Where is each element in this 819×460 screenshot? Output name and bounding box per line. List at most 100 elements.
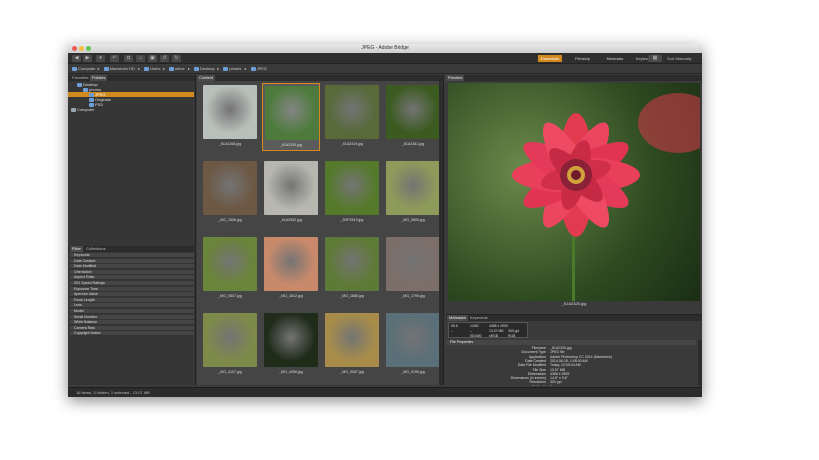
toolbar: ◀ ▶ ▾ ↶ ◘ ⌂ ▣ ↺ ↻ Essentials Filmstrip Met… — [68, 53, 702, 64]
breadcrumb-photos[interactable]: photos — [223, 65, 241, 73]
workspace-filmstrip[interactable]: Filmstrip — [572, 55, 593, 62]
thumbnail-image — [325, 85, 379, 139]
thumbnail[interactable]: _61A2410.jpg — [323, 83, 381, 151]
tab-collections[interactable]: Collections — [84, 246, 108, 252]
filter-aperture-value[interactable]: Aperture Value — [70, 292, 194, 298]
thumbnail-image — [325, 161, 379, 215]
thumbnail-filename: _MG_4107.jpg — [218, 370, 242, 374]
sort-menu[interactable]: Sort Manually — [664, 55, 694, 62]
tab-favorites[interactable]: Favorites — [70, 75, 90, 81]
filter-model[interactable]: Model — [70, 309, 194, 314]
thumbnail[interactable]: _MG_9087.jpg — [323, 311, 381, 379]
camera-data-value: -- — [470, 329, 473, 333]
thumbnail-filename: _61A2552.jpg — [279, 218, 303, 222]
filter-aspect-ratio[interactable]: Aspect Ratio — [70, 275, 194, 281]
breadcrumb-label: Computer — [78, 66, 96, 71]
recent-icon[interactable]: ▾ — [96, 55, 105, 62]
filter-copyright-notice[interactable]: Copyright Notice — [70, 331, 194, 337]
minimize-window-button[interactable] — [79, 46, 84, 51]
close-window-button[interactable] — [72, 46, 77, 51]
left-panel: Favorites Folders Desktop photos JPEG Origi… — [68, 75, 196, 385]
workspace-metadata[interactable]: Metadata — [604, 55, 627, 62]
thumbnail[interactable]: _MG_4107.jpg — [201, 311, 259, 379]
tab-metadata[interactable]: Metadata — [447, 315, 468, 321]
file-properties-header[interactable]: File Properties — [446, 340, 696, 345]
filter-camera-raw[interactable]: Camera Raw — [70, 325, 194, 331]
filter-white-balance[interactable]: White Balance — [70, 320, 194, 326]
filter-date-modified[interactable]: Date Modified — [70, 264, 194, 270]
filter-iso-speed-ratings[interactable]: ISO Speed Ratings — [70, 281, 194, 286]
thumbnail[interactable]: _MG_1812.jpg — [262, 235, 320, 303]
workspace-essentials[interactable]: Essentials — [538, 55, 563, 62]
thumbnail-image — [264, 237, 318, 291]
thumbnail[interactable]: _MG_1556.jpg — [201, 159, 259, 227]
thumbnail-filename: _MG_1556.jpg — [218, 218, 242, 222]
boomerang-icon[interactable]: ↶ — [110, 55, 119, 62]
preview-image[interactable] — [448, 83, 700, 301]
thumbnail[interactable]: _MG_4456.jpg — [262, 311, 320, 379]
breadcrumb-label: steve — [175, 66, 185, 71]
tab-preview[interactable]: Preview — [446, 75, 465, 81]
breadcrumb-users[interactable]: Users — [144, 65, 160, 73]
thumbnail[interactable]: _61A2268.jpg — [201, 83, 259, 151]
filter-exposure-time[interactable]: Exposure Time — [70, 286, 194, 292]
filter-lens[interactable]: Lens — [70, 303, 194, 309]
rotate-right-icon[interactable]: ↻ — [172, 55, 181, 62]
content-scrollbar[interactable] — [439, 81, 443, 385]
thumbnail-filename: _61A2481.jpg — [401, 142, 425, 146]
tab-filter[interactable]: Filter — [70, 246, 83, 252]
breadcrumb-separator-icon: ▸ — [97, 66, 100, 71]
file-properties-list: Filename _61A2325.jpg Document Type JPEG fi… — [446, 346, 696, 386]
folder-icon — [194, 66, 199, 71]
filter-date-created[interactable]: Date Created — [70, 258, 194, 264]
thumbnail-filename: _61A2410.jpg — [340, 142, 364, 146]
thumbnail-filename: _MG_9087.jpg — [340, 370, 364, 374]
thumbnail[interactable]: _61A2481.jpg — [384, 83, 442, 151]
refine-icon[interactable]: ⌂ — [136, 55, 145, 62]
thumbnail-image — [203, 85, 257, 139]
thumbnail[interactable]: _MG_0807.jpg — [201, 235, 259, 303]
folder-icon — [169, 66, 174, 71]
thumbnail-filename: _61A2325.jpg — [279, 143, 303, 147]
filter-list: Keywords Date Created Date Modified Orienta… — [68, 253, 196, 383]
back-icon[interactable]: ◀ — [72, 55, 81, 62]
forward-icon[interactable]: ▶ — [83, 55, 92, 62]
thumbnail[interactable]: _MG_0805.jpg — [384, 159, 442, 227]
camera-data-value: 1/400 — [470, 324, 479, 328]
open-icon[interactable]: ▣ — [148, 55, 157, 62]
filter-orientation[interactable]: Orientation — [70, 269, 194, 275]
breadcrumb-steve[interactable]: steve — [169, 65, 185, 73]
view-grid-icon[interactable]: ▦ — [648, 55, 662, 62]
metadata-scrollbar[interactable] — [698, 340, 702, 386]
thumbnail-filename: _MG_9195.jpg — [401, 370, 425, 374]
thumbnail[interactable]: _61A2552.jpg — [262, 159, 320, 227]
thumbnail-image — [203, 237, 257, 291]
thumbnail[interactable]: _D5P2619.jpg — [323, 159, 381, 227]
metadata-key: Bit Depth — [532, 385, 546, 386]
tab-folders[interactable]: Folders — [90, 75, 108, 81]
metadata-value: 8 — [550, 385, 552, 386]
filter-focal-length[interactable]: Focal Length — [70, 297, 194, 303]
tab-keywords[interactable]: Keywords — [468, 315, 490, 321]
thumbnail[interactable]: _MG_9195.jpg — [384, 311, 442, 379]
zoom-window-button[interactable] — [86, 46, 91, 51]
thumbnail-image — [325, 237, 379, 291]
folder-tree: Desktop photos JPEG Originals PSD Computer — [68, 82, 196, 192]
breadcrumb-computer[interactable]: Computer — [72, 65, 96, 73]
thumbnail-filename: _MG_1886.jpg — [340, 294, 364, 298]
breadcrumb-label: Desktop — [200, 66, 215, 71]
breadcrumb-jpeg[interactable]: JPEG — [250, 65, 268, 73]
status-bar: 16 items, 3 hidden, 1 selected - 13.07 M… — [68, 387, 702, 397]
thumbnail[interactable]: _MG_1799.jpg — [384, 235, 442, 303]
rotate-left-icon[interactable]: ↺ — [160, 55, 169, 62]
filter-serial-number[interactable]: Serial Number — [70, 314, 194, 320]
breadcrumb-macintosh-hd[interactable]: Macintosh HD — [103, 65, 135, 73]
camera-icon[interactable]: ◘ — [124, 55, 133, 62]
thumbnail[interactable]: _61A2325.jpg — [262, 83, 320, 151]
tree-item-computer[interactable]: Computer — [68, 107, 194, 112]
breadcrumb-label: JPEG — [256, 66, 268, 71]
thumbnail[interactable]: _MG_1886.jpg — [323, 235, 381, 303]
breadcrumb-desktop[interactable]: Desktop — [194, 65, 215, 73]
filter-keywords[interactable]: Keywords — [70, 253, 194, 258]
thumbnail-filename: _MG_1799.jpg — [401, 294, 425, 298]
